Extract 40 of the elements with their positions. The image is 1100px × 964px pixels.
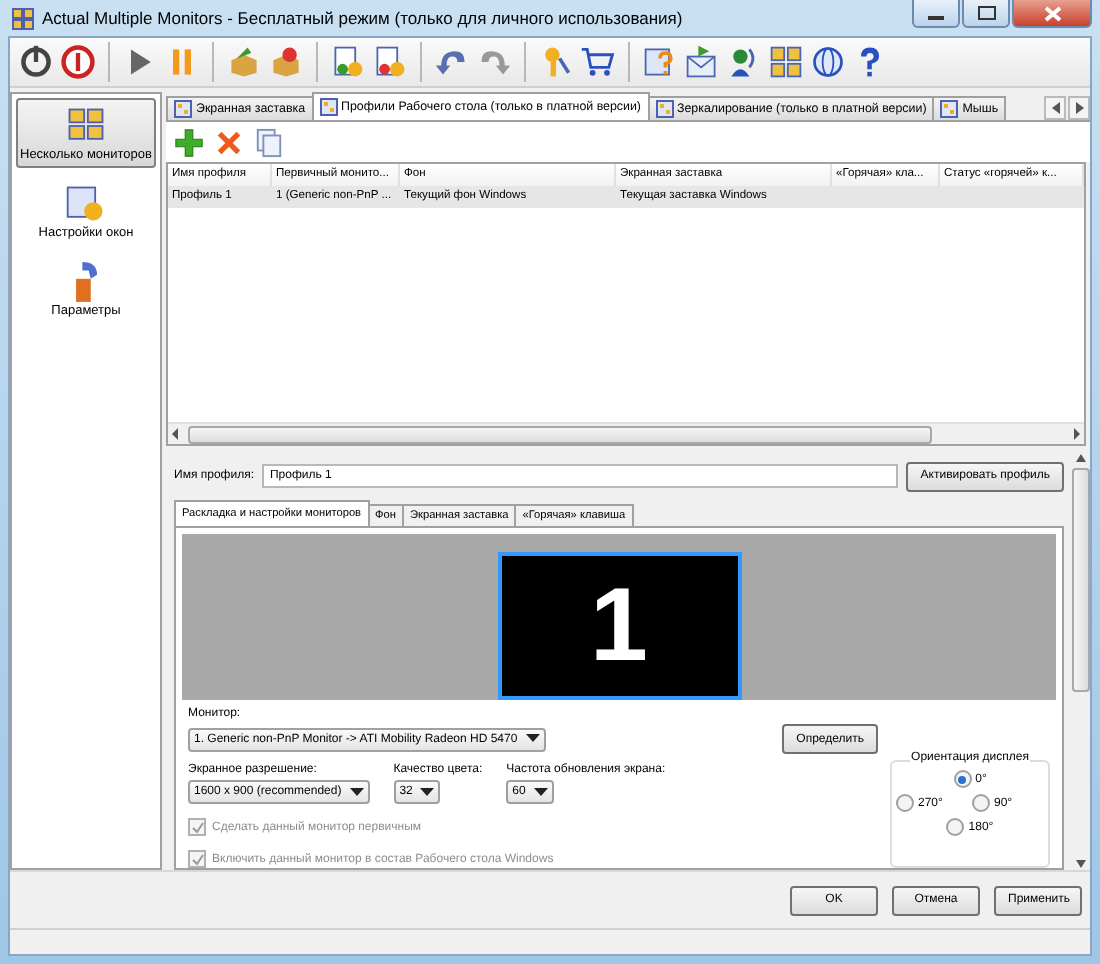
caret-icon (420, 787, 435, 797)
delete-icon[interactable] (214, 127, 244, 157)
grid-icon (174, 100, 192, 118)
caret-icon (533, 787, 548, 797)
power-icon[interactable] (18, 44, 54, 80)
grid-icon (319, 98, 338, 116)
envelope-icon[interactable] (684, 44, 720, 80)
scroll-left-button[interactable] (1044, 96, 1066, 120)
tools-icon (73, 260, 99, 304)
left-arrow-icon (1051, 102, 1059, 114)
monitor-tile[interactable]: 1 (497, 552, 741, 700)
caret-icon (525, 734, 540, 744)
window-title: Actual Multiple Monitors - Бесплатный режим (только для личного использования) (42, 8, 685, 28)
close-icon (1043, 5, 1061, 21)
grid-icon (655, 100, 673, 118)
vertical-scrollbar[interactable] (1072, 452, 1090, 870)
grid-icon (940, 100, 959, 118)
up-arrow-icon (1074, 452, 1088, 464)
right-arrow-icon (1075, 102, 1083, 114)
app-icon (12, 7, 34, 29)
add-icon[interactable] (174, 127, 204, 157)
close-button[interactable] (1012, 0, 1092, 28)
copy-icon[interactable] (254, 127, 284, 157)
right-arrow-icon (1068, 426, 1084, 442)
check-icon (191, 853, 203, 865)
down-arrow-icon (1074, 858, 1088, 870)
cart-icon[interactable] (580, 44, 616, 80)
scroll-right-button[interactable] (1068, 96, 1090, 120)
help-document-icon[interactable] (642, 44, 678, 80)
check-icon (191, 821, 203, 833)
left-arrow-icon (168, 426, 184, 442)
horizontal-scrollbar[interactable] (168, 422, 1084, 444)
minimize-button[interactable] (912, 0, 960, 28)
window-settings-icon (64, 182, 108, 226)
globe-icon[interactable] (810, 44, 846, 80)
caret-icon (349, 787, 364, 797)
stop-icon[interactable] (60, 44, 96, 80)
maximize-icon (977, 6, 995, 20)
windows-grid-icon[interactable] (768, 44, 804, 80)
maximize-button[interactable] (962, 0, 1010, 28)
